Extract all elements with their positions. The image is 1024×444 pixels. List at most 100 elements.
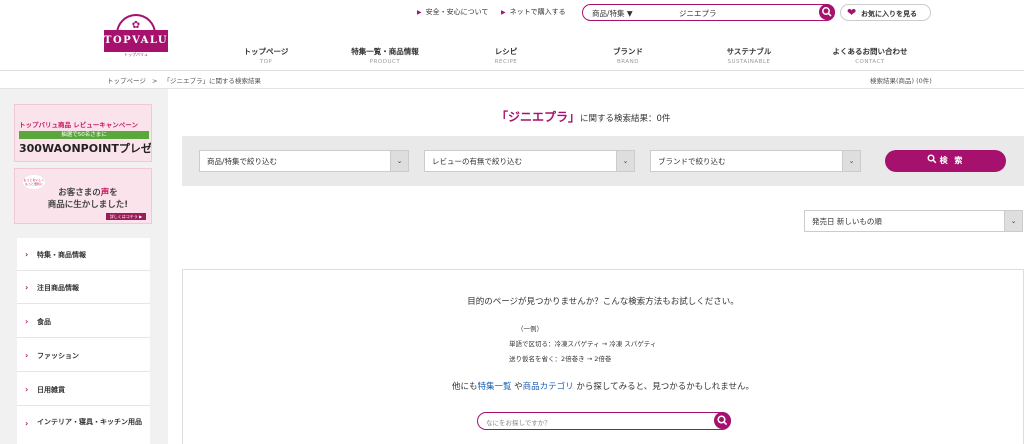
- side-menu-item-household[interactable]: › 日用雑貨: [17, 373, 150, 406]
- side-menu-label: 日用雑貨: [37, 386, 65, 394]
- search-input[interactable]: なにをお探しですか？: [486, 417, 551, 427]
- result-count-summary: 検索結果(商品) (0件): [870, 77, 932, 85]
- side-menu-label: ファッション: [37, 352, 79, 360]
- chevron-down-icon: ⌄: [1004, 211, 1022, 231]
- nav-label: ブランド: [613, 47, 643, 56]
- safety-link[interactable]: ▶ 安全・安心について: [417, 7, 488, 17]
- nav-sublabel: SUSTAINABLE: [727, 59, 771, 65]
- search-icon: [927, 154, 936, 164]
- alternative-message: 他にも特集一覧 や商品カテゴリ から探してみると、見つかるかもしれません。: [182, 380, 1024, 392]
- logo-subtext: トップバリュ: [124, 52, 148, 57]
- banner-badge: もっとおいしくもっと便利に: [23, 175, 45, 189]
- breadcrumb-home[interactable]: トップページ: [107, 77, 146, 85]
- favorites-button[interactable]: ❤ お気に入りを見る: [840, 4, 931, 21]
- online-shop-link-label: ネットで購入する: [509, 8, 566, 16]
- side-menu-item-food[interactable]: › 食品: [17, 305, 150, 338]
- chevron-right-icon: ›: [25, 351, 29, 360]
- side-menu-label: 特集・商品情報: [37, 251, 86, 259]
- features-link[interactable]: 特集一覧: [477, 382, 511, 392]
- filter-review-select[interactable]: レビューの有無で絞り込む ⌄: [424, 150, 635, 172]
- nav-label: サステナブル: [726, 47, 772, 56]
- banner-detail-button[interactable]: 詳しくはコチラ ▶: [106, 213, 146, 220]
- banner-headline: 300WAONPOINTプレゼント!: [19, 142, 152, 155]
- select-label: ブランドで絞り込む: [658, 157, 726, 166]
- customer-voice-banner[interactable]: もっとおいしくもっと便利に お客さまの声を 商品に生かしました! 詳しくはコチラ…: [14, 168, 152, 224]
- side-menu-item-fashion[interactable]: › ファッション: [17, 339, 150, 372]
- breadcrumb: トップページ > 「ジニエプラ」に関する検索結果: [107, 75, 261, 85]
- chevron-right-icon: ›: [25, 250, 29, 259]
- filter-brand-select[interactable]: ブランドで絞り込む ⌄: [650, 150, 861, 172]
- search-icon: [822, 7, 832, 17]
- chevron-down-icon: ⌄: [390, 151, 408, 171]
- nav-label: レシピ: [494, 47, 518, 56]
- divider: [0, 70, 1024, 71]
- side-menu-item-features[interactable]: › 特集・商品情報: [17, 238, 150, 271]
- search-button[interactable]: [714, 412, 731, 429]
- secondary-search[interactable]: なにをお探しですか？: [477, 412, 731, 430]
- alt-text: から探してみると、見つかるかもしれません。: [573, 382, 755, 392]
- logo-wordmark: TOPVALU: [104, 30, 168, 52]
- search-icon: [717, 415, 728, 426]
- nav-sublabel: TOP: [259, 59, 273, 65]
- alt-text: 他にも: [451, 382, 478, 392]
- topvalu-logo[interactable]: ✿ TOPVALU トップバリュ: [104, 14, 168, 60]
- banner-text-a: お客さまの: [58, 188, 101, 198]
- triangle-icon: ▶: [501, 9, 506, 16]
- heart-icon: ❤: [847, 6, 857, 19]
- select-label: 商品/特集で絞り込む: [207, 157, 278, 166]
- nav-sustainable[interactable]: サステナブル SUSTAINABLE: [689, 46, 809, 65]
- select-label: レビューの有無で絞り込む: [432, 157, 522, 166]
- nav-recipe[interactable]: レシピ RECIPE: [446, 46, 566, 65]
- side-menu-label: 食品: [37, 318, 51, 326]
- side-menu-item-interior[interactable]: › インテリア・寝具・キッチン用品: [17, 407, 150, 444]
- banner-subtitle: 抽選で50名さまに: [19, 131, 149, 139]
- review-campaign-banner[interactable]: トップバリュ商品 レビューキャンペーン 抽選で50名さまに 300WAONPOI…: [14, 104, 152, 162]
- chevron-right-icon: ›: [25, 419, 29, 428]
- filter-search-button[interactable]: 検 索: [885, 150, 1006, 172]
- category-link[interactable]: 商品カテゴリ: [523, 382, 574, 392]
- search-button-label: 検 索: [939, 156, 965, 165]
- filter-product-select[interactable]: 商品/特集で絞り込む ⌄: [199, 150, 409, 172]
- nav-brand[interactable]: ブランド BRAND: [568, 46, 688, 65]
- online-shop-link[interactable]: ▶ ネットで購入する: [501, 7, 566, 17]
- nav-sublabel: CONTACT: [855, 59, 885, 65]
- result-count: に関する検索結果：0件: [580, 114, 671, 124]
- chevron-down-icon: ⌄: [842, 151, 860, 171]
- nav-contact[interactable]: よくあるお問い合わせ CONTACT: [810, 46, 930, 65]
- triangle-icon: ▶: [417, 9, 422, 16]
- sort-select[interactable]: 発売日 新しいもの順 ⌄: [804, 210, 1023, 232]
- breadcrumb-current: 「ジニエプラ」に関する検索結果: [163, 77, 261, 85]
- example-line: 単語で区切る：冷凍スパゲティ → 冷凍 スパゲティ: [509, 340, 657, 348]
- chevron-right-icon: ›: [25, 317, 29, 326]
- chevron-right-icon: ›: [25, 283, 29, 292]
- banner-text: お客さまの声を 商品に生かしました!: [43, 187, 133, 211]
- side-menu-label: インテリア・寝具・キッチン用品: [37, 418, 142, 426]
- banner-text-line2: 商品に生かしました!: [47, 200, 129, 210]
- nav-sublabel: RECIPE: [494, 59, 518, 65]
- side-menu: › 特集・商品情報 › 注目商品情報 › 食品 › ファッション › 日用雑貨 › インテリ…: [17, 238, 150, 444]
- search-category-select[interactable]: 商品/特集 ▼: [592, 8, 633, 19]
- search-input[interactable]: ジニエプラ: [679, 8, 717, 19]
- nav-sublabel: BRAND: [617, 59, 639, 65]
- page-title: 「ジニエプラ」に関する検索結果：0件: [496, 106, 670, 125]
- breadcrumb-separator: >: [151, 77, 158, 85]
- side-menu-item-featured[interactable]: › 注目商品情報: [17, 271, 150, 304]
- nav-label: よくあるお問い合わせ: [832, 47, 908, 56]
- banner-title: トップバリュ商品 レビューキャンペーン: [19, 121, 138, 129]
- safety-link-label: 安全・安心について: [425, 8, 489, 16]
- select-label: 発売日 新しいもの順: [812, 217, 882, 226]
- nav-product[interactable]: 特集一覧・商品情報 PRODUCT: [325, 46, 445, 65]
- banner-text-b: を: [109, 188, 118, 198]
- example-line: 送り仮名を省く：2倍巻き → 2倍巻: [509, 355, 612, 363]
- banner-text-highlight: 声: [100, 188, 110, 198]
- nav-top[interactable]: トップページ TOP: [206, 46, 326, 65]
- nav-label: トップページ: [243, 47, 289, 56]
- chevron-right-icon: ›: [25, 385, 29, 394]
- side-menu-label: 注目商品情報: [37, 284, 79, 292]
- nav-label: 特集一覧・商品情報: [351, 47, 419, 56]
- header-search[interactable]: 商品/特集 ▼ ジニエプラ: [582, 4, 835, 21]
- nav-sublabel: PRODUCT: [369, 59, 401, 65]
- search-button[interactable]: [819, 4, 835, 20]
- favorites-label: お気に入りを見る: [861, 10, 917, 18]
- alt-text: や: [511, 382, 523, 392]
